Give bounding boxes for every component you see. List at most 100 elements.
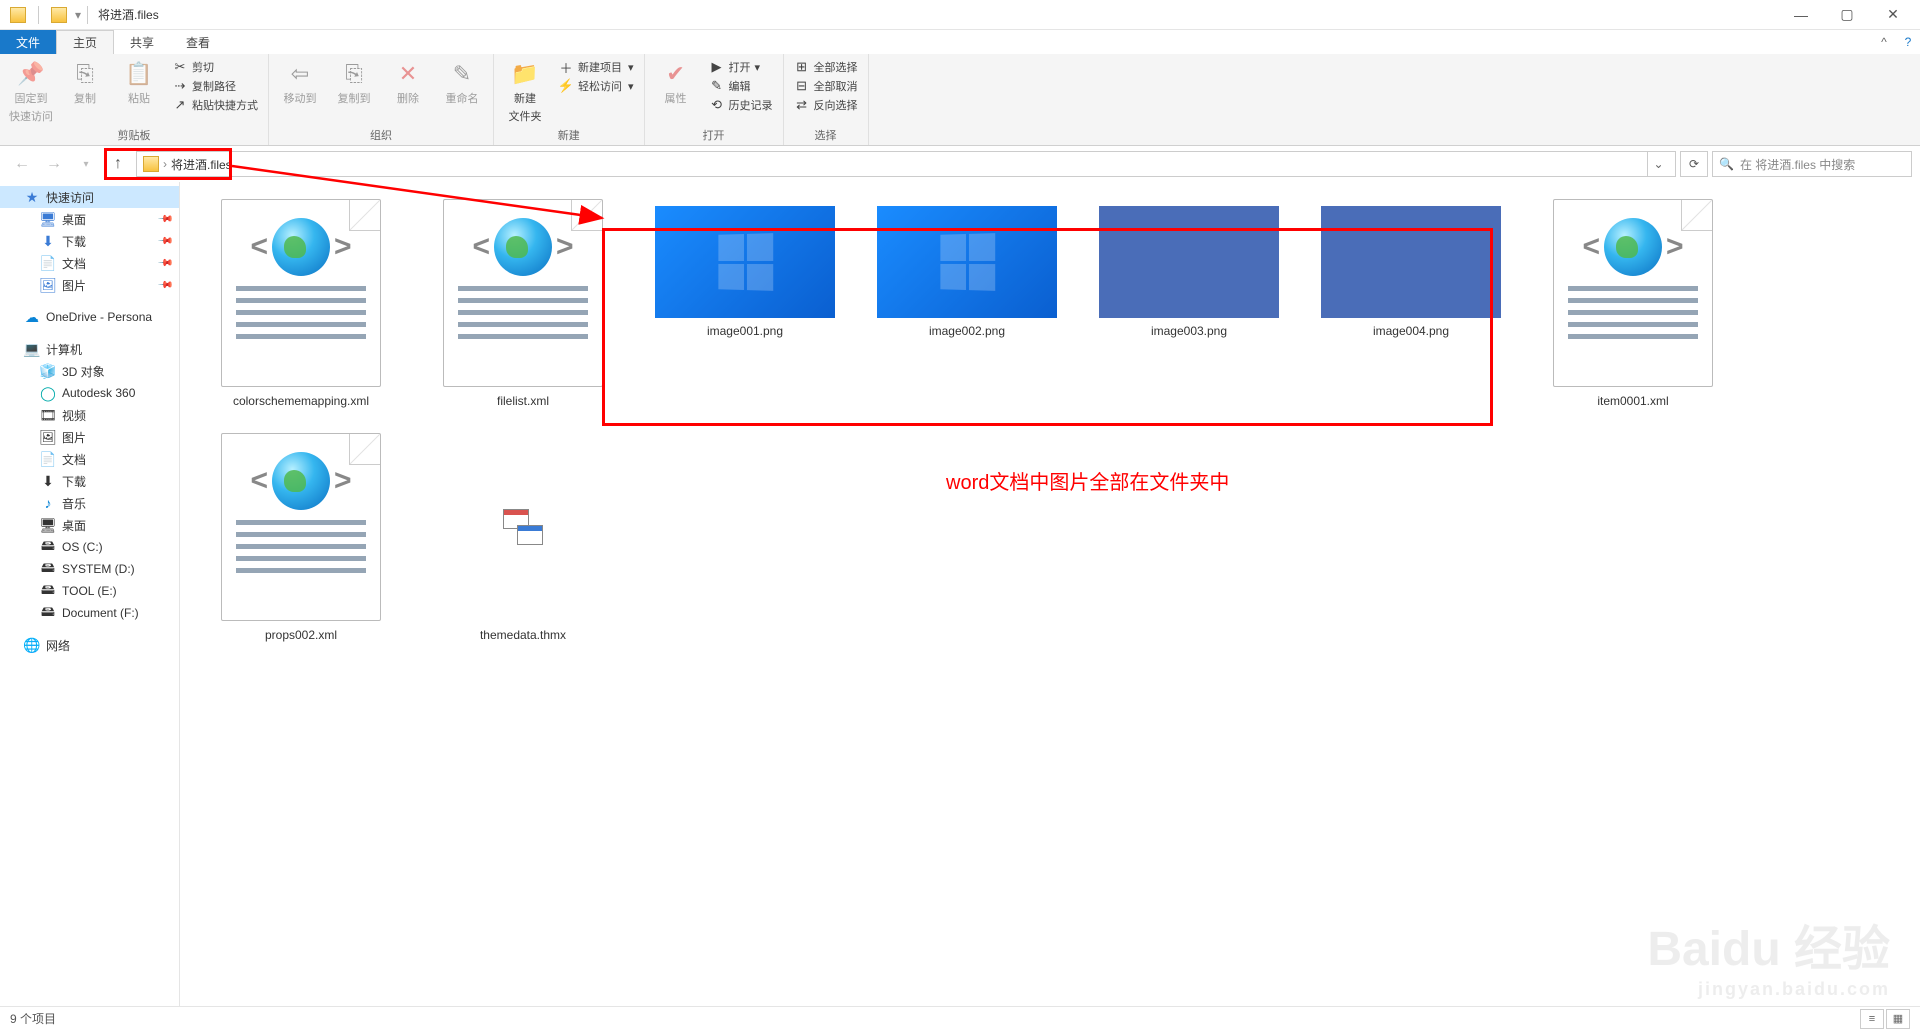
label: 重命名 [446, 90, 479, 106]
paste-button[interactable]: 📋 粘贴 [114, 56, 164, 106]
path-icon: ⇢ [172, 78, 188, 94]
sidebar-item-network[interactable]: 🌐网络 [0, 634, 179, 656]
file-item[interactable]: <> colorschememapping.xml [190, 198, 412, 408]
easy-access-button[interactable]: ⚡轻松访问▾ [554, 77, 638, 95]
select-none-button[interactable]: ⊟全部取消 [790, 77, 862, 95]
edit-button[interactable]: ✎编辑 [705, 77, 777, 95]
sidebar-item-downloads[interactable]: ⬇下载📌 [0, 230, 179, 252]
new-folder-button[interactable]: 📁新建文件夹 [500, 56, 550, 124]
ribbon-collapse-icon[interactable]: ^ [1872, 30, 1896, 54]
file-item[interactable]: <> props002.xml [190, 432, 412, 642]
moveto-button[interactable]: ⇦移动到 [275, 56, 325, 106]
sidebar-item-pictures[interactable]: 🖼图片📌 [0, 274, 179, 296]
qat-dropdown-icon[interactable]: ▾ [75, 8, 81, 22]
sidebar-item-documents2[interactable]: 📄文档 [0, 448, 179, 470]
rename-button[interactable]: ✎ 重命名 [437, 56, 487, 106]
search-placeholder: 在 将进酒.files 中搜索 [1740, 156, 1855, 173]
up-button[interactable]: ↑ [104, 150, 132, 178]
newitem-icon: ＋ [558, 59, 574, 75]
sidebar-item-videos[interactable]: 🎞视频 [0, 404, 179, 426]
sidebar-item-pictures2[interactable]: 🖼图片 [0, 426, 179, 448]
sidebar-item-label: 视频 [62, 407, 86, 424]
sidebar-item-label: 文档 [62, 255, 86, 272]
sidebar-item-downloads2[interactable]: ⬇下载 [0, 470, 179, 492]
file-item[interactable]: image002.png [856, 198, 1078, 408]
address-dropdown-icon[interactable]: ⌄ [1647, 152, 1669, 176]
maximize-button[interactable]: ▢ [1824, 0, 1870, 30]
sidebar-item-desktop2[interactable]: 🖥桌面 [0, 514, 179, 536]
file-item[interactable]: <> item0001.xml [1522, 198, 1744, 408]
download-icon: ⬇ [40, 473, 56, 489]
sidebar-item-label: 文档 [62, 451, 86, 468]
pin-button[interactable]: 📌 固定到 快速访问 [6, 56, 56, 124]
search-input[interactable]: 🔍 在 将进酒.files 中搜索 [1712, 151, 1912, 177]
cut-button[interactable]: ✂剪切 [168, 58, 262, 76]
ribbon-group-select: ⊞全部选择 ⊟全部取消 ⇄反向选择 选择 [784, 54, 869, 145]
history-button[interactable]: ⟲历史记录 [705, 96, 777, 114]
close-button[interactable]: ✕ [1870, 0, 1916, 30]
sidebar-item-autodesk[interactable]: ◯Autodesk 360 [0, 382, 179, 404]
sidebar-item-onedrive[interactable]: ☁OneDrive - Persona [0, 306, 179, 328]
new-item-button[interactable]: ＋新建项目▾ [554, 58, 638, 76]
sidebar-item-drive-d[interactable]: 🖴SYSTEM (D:) [0, 558, 179, 580]
content-area[interactable]: <> colorschememapping.xml <> filelist.xm… [180, 182, 1920, 1006]
rename-icon: ✎ [448, 60, 476, 88]
globe-icon [1604, 218, 1662, 276]
copyto-icon: ⎘ [340, 60, 368, 88]
globe-icon [272, 452, 330, 510]
invert-selection-button[interactable]: ⇄反向选择 [790, 96, 862, 114]
minimize-button[interactable]: — [1778, 0, 1824, 30]
back-button[interactable]: ← [8, 150, 36, 178]
tab-share[interactable]: 共享 [114, 30, 170, 54]
tab-view[interactable]: 查看 [170, 30, 226, 54]
delete-button[interactable]: ✕删除 [383, 56, 433, 106]
sidebar-item-label: Autodesk 360 [62, 386, 135, 400]
label: 复制 [74, 90, 96, 106]
sidebar-item-quick-access[interactable]: ★快速访问 [0, 186, 179, 208]
file-item[interactable]: <> filelist.xml [412, 198, 634, 408]
forward-button[interactable]: → [40, 150, 68, 178]
paste-shortcut-button[interactable]: ↗粘贴快捷方式 [168, 96, 262, 114]
sidebar-item-drive-e[interactable]: 🖴TOOL (E:) [0, 580, 179, 602]
sidebar-item-desktop[interactable]: 🖥桌面📌 [0, 208, 179, 230]
file-thumbnail [877, 198, 1057, 318]
view-icons-button[interactable]: ▦ [1886, 1009, 1910, 1029]
copy-path-button[interactable]: ⇢复制路径 [168, 77, 262, 95]
copyto-button[interactable]: ⎘复制到 [329, 56, 379, 106]
refresh-button[interactable]: ⟳ [1680, 151, 1708, 177]
file-label: item0001.xml [1597, 394, 1668, 408]
copy-button[interactable]: ⎘ 复制 [60, 56, 110, 106]
open-button[interactable]: ▶打开▾ [705, 58, 777, 76]
windows-logo-icon [718, 233, 773, 291]
file-item[interactable]: themedata.thmx [412, 432, 634, 642]
file-item[interactable]: image004.png [1300, 198, 1522, 408]
sidebar-item-drive-f[interactable]: 🖴Document (F:) [0, 602, 179, 624]
windows-logo-icon [940, 233, 995, 291]
sidebar-item-label: 图片 [62, 277, 86, 294]
tab-file[interactable]: 文件 [0, 30, 56, 54]
file-label: props002.xml [265, 628, 337, 642]
recent-dropdown[interactable]: ▾ [72, 150, 100, 178]
crumb-sep-icon: › [163, 157, 167, 171]
file-item[interactable]: image001.png [634, 198, 856, 408]
address-input[interactable]: › 将进酒.files ⌄ [136, 151, 1676, 177]
breadcrumb[interactable]: 将进酒.files [171, 156, 232, 173]
help-icon[interactable]: ? [1896, 30, 1920, 54]
view-details-button[interactable]: ≡ [1860, 1009, 1884, 1029]
sidebar-item-computer[interactable]: 💻计算机 [0, 338, 179, 360]
select-all-button[interactable]: ⊞全部选择 [790, 58, 862, 76]
sidebar-item-3d[interactable]: 🧊3D 对象 [0, 360, 179, 382]
ribbon-group-new: 📁新建文件夹 ＋新建项目▾ ⚡轻松访问▾ 新建 [494, 54, 645, 145]
file-item[interactable]: image003.png [1078, 198, 1300, 408]
chevron-down-icon: ▾ [628, 61, 634, 74]
desktop-icon: 🖥 [40, 517, 56, 533]
label: 轻松访问 [578, 78, 622, 94]
label: 固定到 [15, 90, 48, 106]
file-thumbnail [655, 198, 835, 318]
sidebar-item-documents[interactable]: 📄文档📌 [0, 252, 179, 274]
tab-home[interactable]: 主页 [56, 30, 114, 54]
sidebar-item-music[interactable]: ♪音乐 [0, 492, 179, 514]
sidebar-item-label: OneDrive - Persona [46, 310, 152, 324]
sidebar-item-drive-c[interactable]: 🖴OS (C:) [0, 536, 179, 558]
properties-button[interactable]: ✔属性 [651, 56, 701, 106]
